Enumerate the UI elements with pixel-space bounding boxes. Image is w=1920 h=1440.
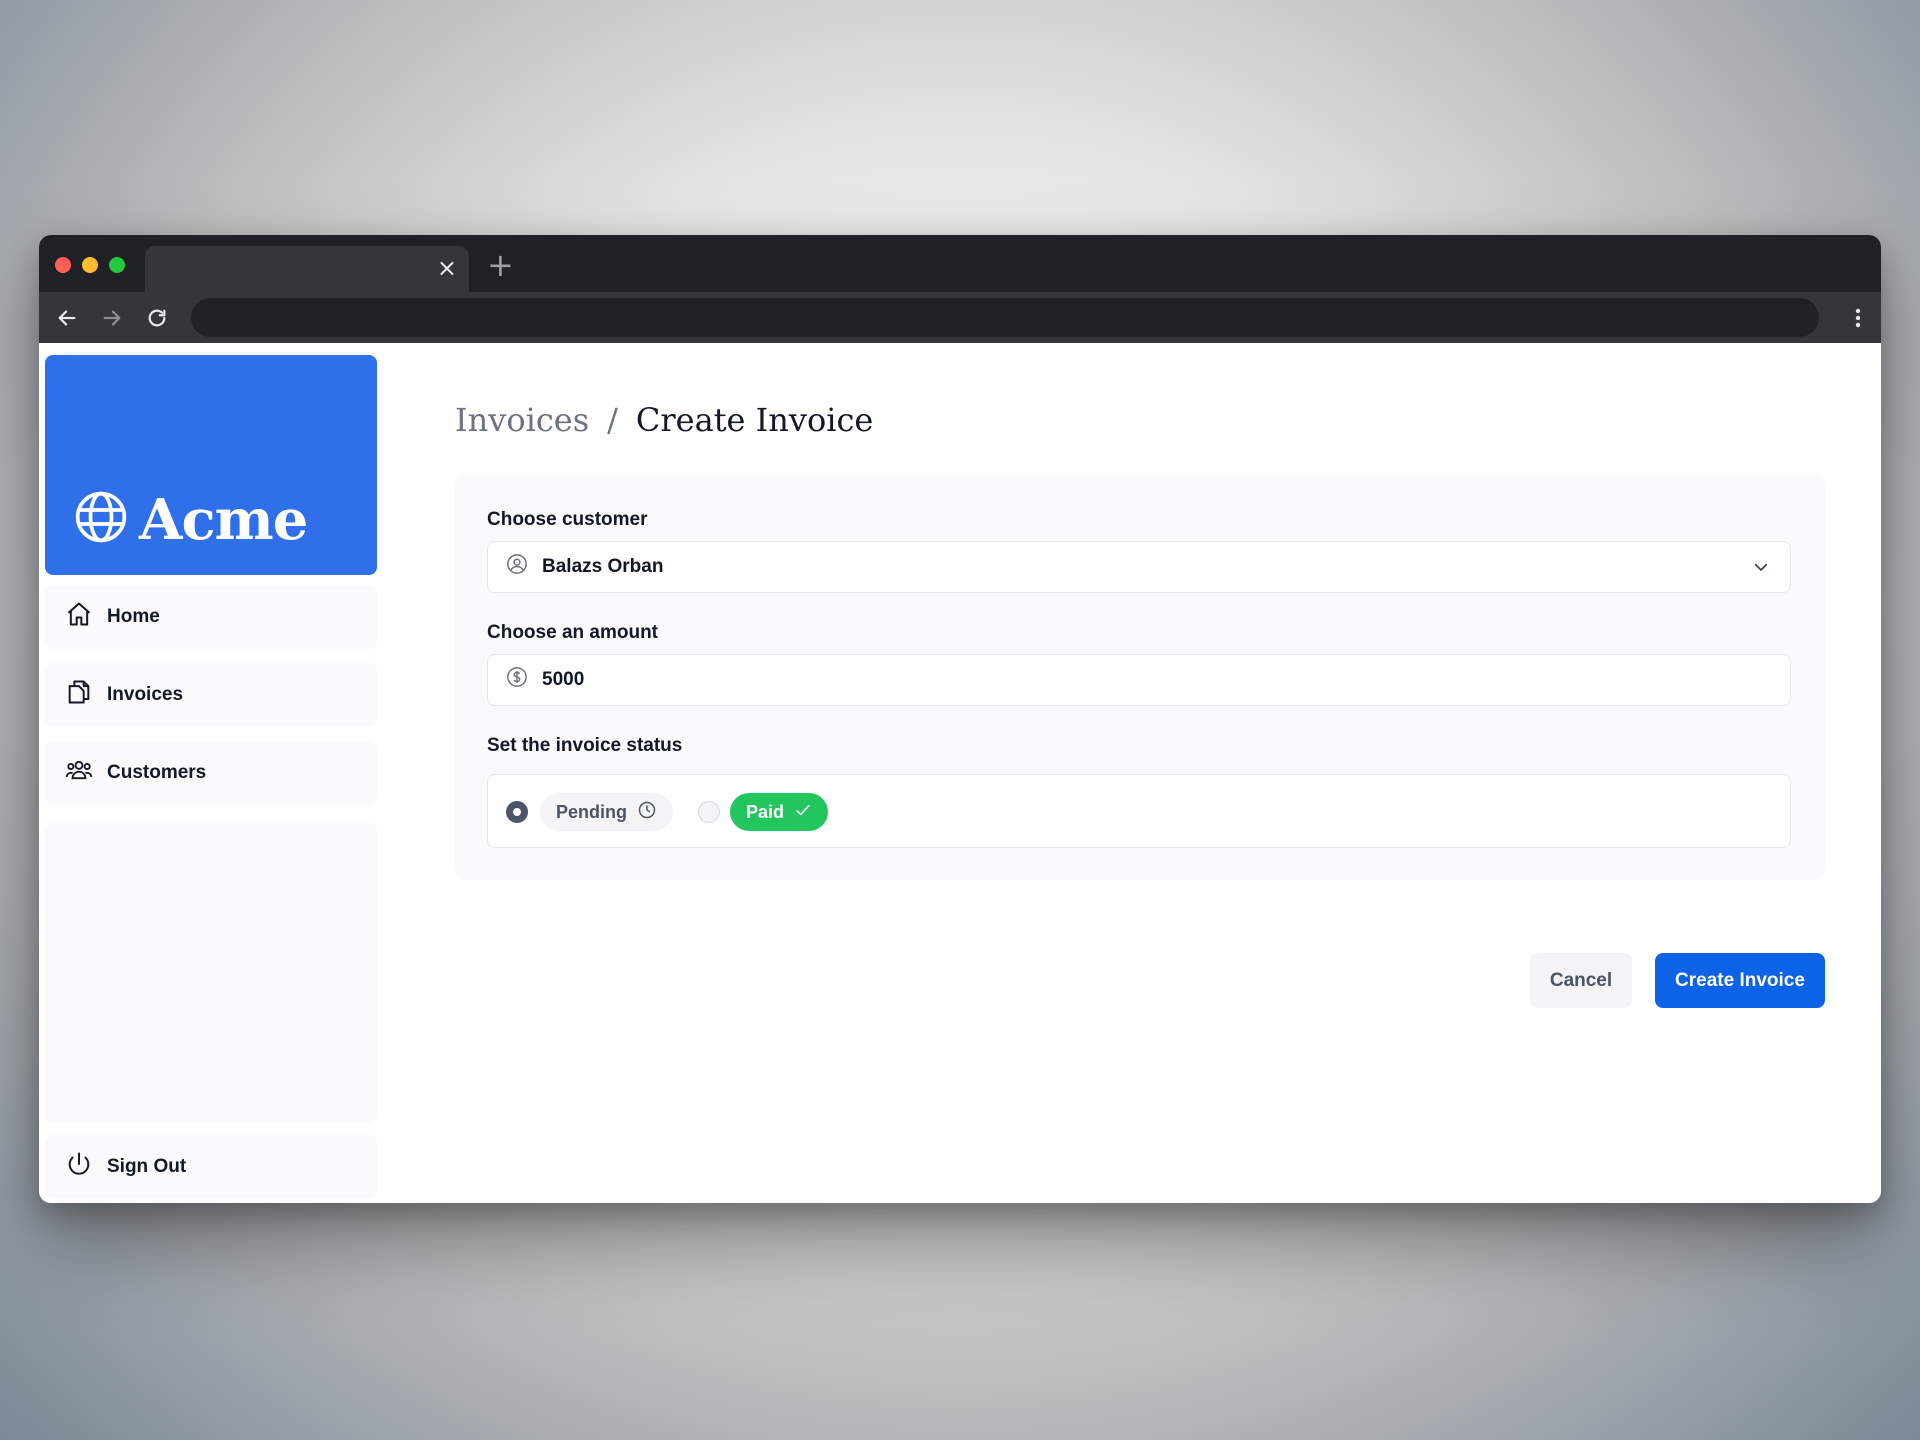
sidebar-item-home[interactable]: Home <box>45 585 377 649</box>
invoice-form: Choose customer Balazs Orban Choose an a… <box>455 475 1825 880</box>
status-paid-label[interactable]: Paid <box>730 793 829 831</box>
sidebar-item-invoices[interactable]: Invoices <box>45 663 377 727</box>
amount-input[interactable]: 5000 <box>487 654 1791 706</box>
user-group-icon <box>65 756 93 790</box>
currency-dollar-icon <box>506 666 528 694</box>
page-content: Acme Home Invoices Customers Sign Out In… <box>39 343 1881 1203</box>
close-window-button[interactable] <box>55 257 71 273</box>
browser-menu-icon[interactable] <box>1853 304 1863 332</box>
maximize-window-button[interactable] <box>109 257 125 273</box>
customer-value: Balazs Orban <box>542 556 664 577</box>
breadcrumb-invoices-link[interactable]: Invoices <box>455 401 589 439</box>
address-bar[interactable] <box>191 298 1819 337</box>
pending-text: Pending <box>556 801 627 822</box>
globe-icon <box>73 489 129 550</box>
sign-out-button[interactable]: Sign Out <box>45 1135 377 1199</box>
clock-icon <box>637 800 657 825</box>
amount-label: Choose an amount <box>487 622 659 643</box>
close-tab-icon[interactable]: × <box>437 254 457 282</box>
amount-value: 5000 <box>542 669 585 690</box>
back-arrow-icon[interactable] <box>53 304 81 332</box>
sidebar-item-customers[interactable]: Customers <box>45 741 377 805</box>
status-label: Set the invoice status <box>487 735 683 756</box>
chevron-down-icon[interactable] <box>1752 558 1770 582</box>
status-paid-radio[interactable] <box>698 801 720 823</box>
minimize-window-button[interactable] <box>82 257 98 273</box>
browser-tab[interactable]: × <box>145 246 469 292</box>
document-duplicate-icon <box>65 678 93 712</box>
sidebar-item-label: Customers <box>107 762 207 783</box>
sidebar-item-label: Home <box>107 606 160 627</box>
create-invoice-button[interactable]: Create Invoice <box>1655 953 1825 1008</box>
status-radio-group: Pending Paid <box>487 774 1791 848</box>
sidebar-spacer <box>45 823 377 1123</box>
check-icon <box>794 801 812 824</box>
paid-text: Paid <box>746 801 785 822</box>
breadcrumb: Invoices / Create Invoice <box>455 401 873 439</box>
home-icon <box>65 600 93 634</box>
browser-toolbar <box>39 292 1881 343</box>
customer-label: Choose customer <box>487 509 648 530</box>
window-controls <box>55 257 125 273</box>
browser-window: × + Acme Home Invoices Customers Sign Ou… <box>39 235 1881 1203</box>
sidebar-item-label: Invoices <box>107 684 184 705</box>
breadcrumb-separator: / <box>607 401 618 439</box>
power-icon <box>65 1150 93 1184</box>
status-pending-label[interactable]: Pending <box>540 793 673 831</box>
page-title: Create Invoice <box>635 401 874 439</box>
user-circle-icon <box>506 553 528 581</box>
status-pending-radio[interactable] <box>506 801 528 823</box>
brand-logo: Acme <box>73 486 308 553</box>
brand-name: Acme <box>139 486 308 553</box>
cancel-button[interactable]: Cancel <box>1530 953 1632 1008</box>
sign-out-label: Sign Out <box>107 1156 187 1177</box>
reload-icon[interactable] <box>143 304 171 332</box>
new-tab-icon[interactable]: + <box>487 249 514 281</box>
browser-tab-bar: × + <box>39 235 1881 292</box>
forward-arrow-icon[interactable] <box>98 304 126 332</box>
brand-banner[interactable]: Acme <box>45 355 377 575</box>
customer-select[interactable]: Balazs Orban <box>487 541 1791 593</box>
